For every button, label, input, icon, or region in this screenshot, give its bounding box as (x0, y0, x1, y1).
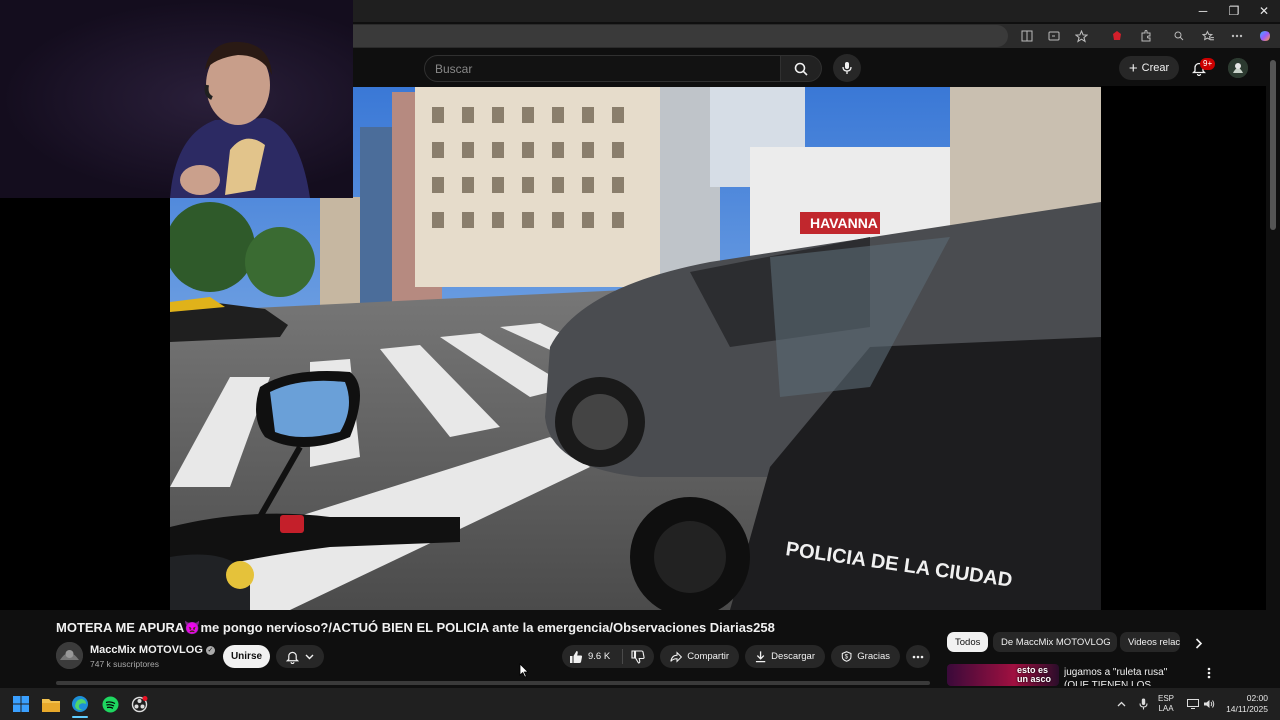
input-language-indicator[interactable]: ESP LAA (1158, 694, 1174, 714)
favorite-star-icon[interactable] (1072, 27, 1090, 45)
chevron-right-icon[interactable] (1190, 634, 1208, 652)
like-divider (622, 649, 623, 664)
copilot-icon[interactable] (1256, 27, 1274, 45)
thanks-button[interactable]: $ Gracias (831, 645, 900, 668)
search-icon (794, 62, 808, 76)
dislike-button[interactable] (624, 645, 652, 668)
horizontal-scrollbar[interactable] (56, 681, 930, 685)
webcam-person (170, 41, 310, 198)
player-letterbox-right (1101, 86, 1266, 610)
user-avatar[interactable] (1228, 58, 1248, 78)
create-button[interactable]: + Crear (1119, 56, 1179, 80)
thanks-label: Gracias (857, 651, 890, 662)
plus-icon: + (1128, 59, 1138, 77)
subscription-bell-button[interactable] (276, 645, 324, 668)
lang-code: ESP (1158, 694, 1175, 703)
more-vertical-icon (1207, 667, 1211, 679)
voice-search-button[interactable] (833, 54, 861, 82)
more-horizontal-icon (912, 655, 924, 658)
network-icon[interactable] (1186, 697, 1200, 711)
extensions-puzzle-icon[interactable] (1137, 27, 1155, 45)
split-screen-icon[interactable] (1018, 27, 1036, 45)
related-video-title[interactable]: jugamos a "ruleta rusa" (QUE TIENEN LOS … (1064, 666, 1189, 686)
favorites-collection-icon[interactable] (1199, 27, 1217, 45)
restore-button[interactable]: ❐ (1219, 0, 1249, 22)
chip-from-channel[interactable]: De MaccMix MOTOVLOG (993, 632, 1117, 652)
mouse-cursor-icon (519, 663, 529, 683)
browser-essentials-icon[interactable] (1170, 27, 1188, 45)
subscriber-count: 747 k suscriptores (90, 659, 159, 669)
join-button[interactable]: Unirse (223, 645, 270, 668)
create-label: Crear (1141, 62, 1170, 74)
more-actions-button[interactable] (906, 645, 930, 668)
close-button[interactable]: ✕ (1249, 0, 1279, 22)
microphone-tray-icon[interactable] (1136, 697, 1150, 711)
search-placeholder: Buscar (435, 61, 473, 76)
notification-badge: 9+ (1200, 58, 1216, 70)
search-button[interactable] (781, 55, 822, 82)
bell-icon (286, 651, 299, 664)
share-label: Compartir (687, 651, 729, 662)
player-letterbox-left (0, 198, 170, 610)
download-icon (755, 651, 766, 663)
system-clock[interactable]: 02:00 14/11/2025 (1226, 693, 1268, 715)
channel-name-text[interactable]: MaccMix MOTOVLOG (90, 644, 203, 656)
like-button[interactable]: 9.6 K (566, 645, 622, 668)
lang-layout: LAA (1158, 704, 1174, 713)
clock-time: 02:00 (1246, 693, 1268, 703)
edge-browser-icon[interactable] (69, 693, 91, 715)
chevron-down-icon (305, 654, 314, 659)
download-button[interactable]: Descargar (745, 645, 825, 668)
search-input[interactable]: Buscar (424, 55, 781, 82)
windows-start-icon[interactable] (10, 693, 32, 715)
clock-date: 14/11/2025 (1226, 704, 1268, 714)
minimize-button[interactable]: ─ (1188, 0, 1218, 22)
address-bar[interactable] (353, 25, 1008, 47)
thumbs-up-icon (570, 650, 583, 663)
related-video-menu[interactable] (1202, 665, 1216, 681)
windows-taskbar (0, 688, 1280, 720)
spotify-icon[interactable] (99, 693, 121, 715)
app-available-icon[interactable] (1045, 27, 1063, 45)
obs-studio-icon[interactable] (128, 693, 150, 715)
settings-more-icon[interactable] (1228, 27, 1246, 45)
share-arrow-icon (670, 650, 683, 663)
tray-overflow-chevron-icon[interactable] (1114, 697, 1128, 711)
thumbs-down-icon (631, 649, 645, 664)
active-app-indicator (72, 716, 88, 718)
verified-icon: ✓ (205, 645, 215, 655)
webcam-overlay (0, 0, 353, 198)
scrollbar-thumb[interactable] (1270, 60, 1276, 230)
like-count: 9.6 K (588, 651, 611, 662)
thumbnail-text: esto es un asco (1017, 665, 1052, 684)
volume-icon[interactable] (1202, 697, 1216, 711)
extension-red-icon[interactable] (1108, 27, 1126, 45)
file-explorer-icon[interactable] (40, 693, 62, 715)
chip-related[interactable]: Videos relacionados (1120, 632, 1180, 652)
chip-all[interactable]: Todos (947, 632, 989, 652)
share-button[interactable]: Compartir (660, 645, 739, 668)
download-label: Descargar (771, 651, 815, 662)
microphone-icon (842, 62, 852, 74)
super-thanks-icon: $ (841, 651, 852, 662)
svg-text:$: $ (845, 655, 849, 661)
video-title: MOTERA ME APURA👿me pongo nervioso?/ACTUÓ… (56, 620, 775, 635)
channel-name[interactable]: MaccMix MOTOVLOG ✓ (90, 644, 215, 656)
shop-sign: HAVANNA (810, 215, 878, 231)
channel-avatar[interactable] (56, 642, 83, 669)
